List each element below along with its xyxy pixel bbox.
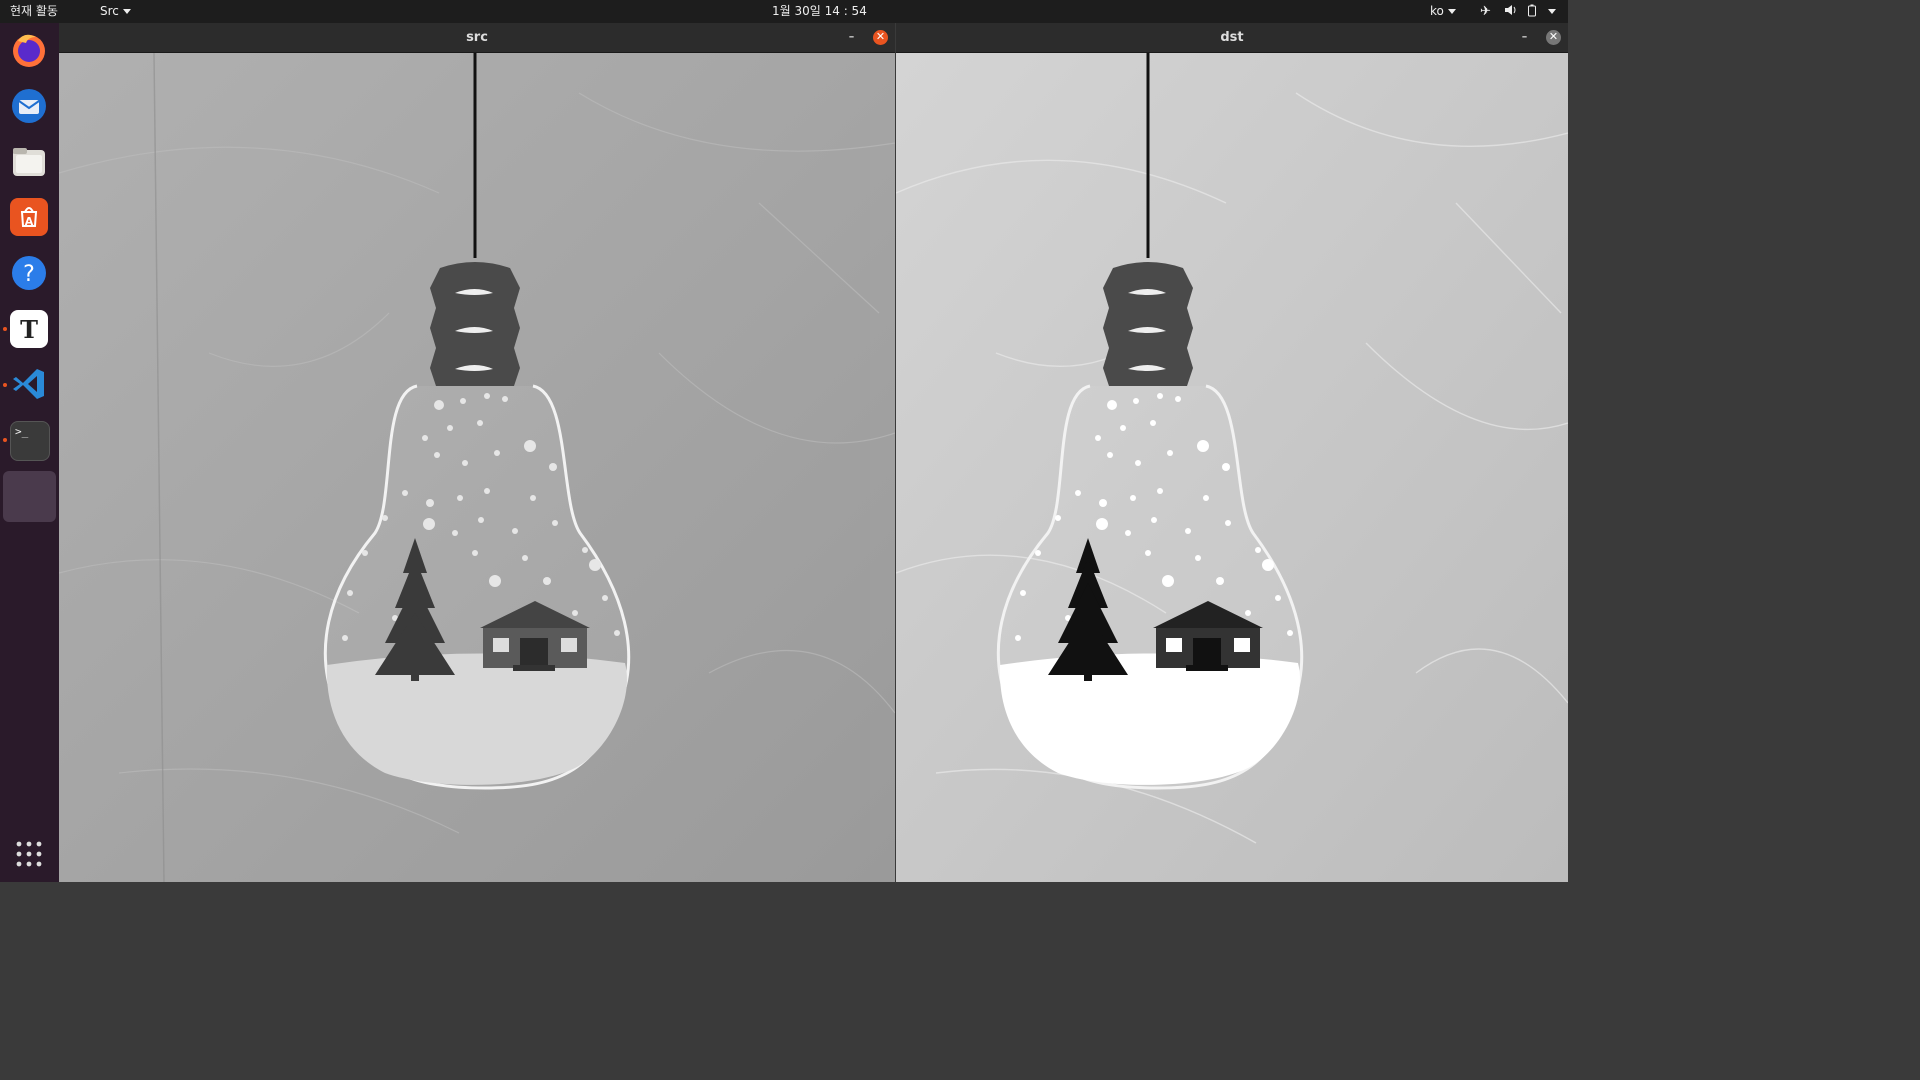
src-window: src – ✕ xyxy=(59,23,895,882)
software-center-icon[interactable]: A xyxy=(10,198,48,236)
dst-image xyxy=(896,53,1568,882)
show-applications-icon[interactable] xyxy=(16,841,42,871)
firefox-icon[interactable] xyxy=(10,31,48,69)
text-editor-icon[interactable]: T xyxy=(10,310,48,348)
minimize-button[interactable]: – xyxy=(844,30,859,45)
language-label: ko xyxy=(1430,4,1444,18)
vscode-icon[interactable] xyxy=(10,365,48,403)
app-menu[interactable]: Src xyxy=(100,4,131,19)
language-menu[interactable]: ko xyxy=(1430,4,1456,19)
system-menu-chevron-icon[interactable] xyxy=(1544,4,1556,19)
clock[interactable]: 1월 30일 14 : 54 xyxy=(772,4,867,19)
top-bar: 현재 활동 Src 1월 30일 14 : 54 ko ✈ xyxy=(0,0,1568,23)
close-button[interactable]: ✕ xyxy=(873,30,888,45)
thunderbird-icon[interactable] xyxy=(10,87,48,125)
dst-window: dst – ✕ xyxy=(896,23,1568,882)
battery-icon[interactable] xyxy=(1527,4,1537,21)
terminal-icon[interactable]: >_ xyxy=(10,421,50,461)
window-titlebar[interactable]: src – ✕ xyxy=(59,23,895,53)
chevron-down-icon xyxy=(122,9,131,14)
window-title: src xyxy=(466,30,488,45)
help-icon[interactable]: ? xyxy=(10,254,48,292)
window-title: dst xyxy=(1220,30,1244,45)
svg-text:T: T xyxy=(20,315,38,344)
window-titlebar[interactable]: dst – ✕ xyxy=(896,23,1568,53)
activities-button[interactable]: 현재 활동 xyxy=(10,4,58,19)
running-indicator xyxy=(3,327,7,331)
airplane-mode-icon[interactable]: ✈ xyxy=(1480,4,1491,19)
running-indicator xyxy=(3,438,7,442)
svg-text:?: ? xyxy=(23,262,35,287)
active-window-icon[interactable] xyxy=(3,471,56,522)
src-image xyxy=(59,53,895,882)
dock: A ? T >_ xyxy=(0,23,59,882)
running-indicator xyxy=(3,383,7,387)
close-button[interactable]: ✕ xyxy=(1546,30,1561,45)
app-menu-label: Src xyxy=(100,4,119,18)
volume-icon[interactable] xyxy=(1504,4,1518,20)
svg-text:A: A xyxy=(25,215,34,228)
files-icon[interactable] xyxy=(10,143,48,181)
minimize-button[interactable]: – xyxy=(1517,30,1532,45)
chevron-down-icon xyxy=(1447,9,1456,14)
